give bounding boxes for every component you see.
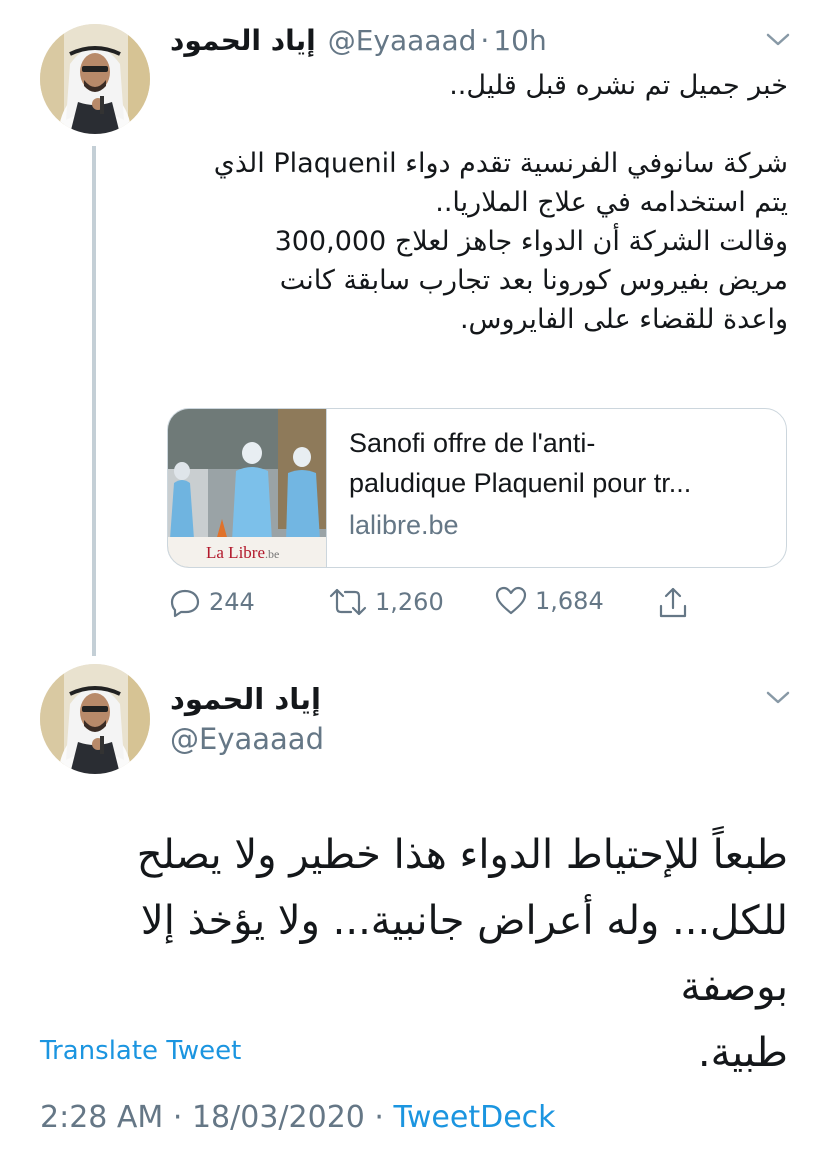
like-count: 1,684 [535,587,604,615]
tweet-line: واعدة للقضاء على الفايروس. [459,304,788,335]
card-title-line: paludique Plaquenil pour tr... [349,468,692,498]
tweet-line: للكل... وله أعراض جانبية... ولا يؤخذ إلا… [140,898,788,1010]
display-name[interactable]: إياد الحمود [170,682,321,716]
card-title-line: Sanofi offre de l'anti- [349,428,596,458]
logo-text: La Libre [206,543,265,562]
card-thumbnail: La Libre.be [168,409,327,567]
display-name[interactable]: إياد الحمود [170,24,316,57]
tweet-line: شركة سانوفي الفرنسية تقدم دواء Plaquenil… [213,148,788,179]
thread-connector-line [92,146,96,656]
logo-suffix: .be [265,547,280,561]
separator-dot: · [480,24,490,57]
tweet-header: إياد الحمود @Eyaaaad · 10h [170,24,788,60]
source-app-link[interactable]: TweetDeck [394,1100,556,1135]
tweet-line: وقالت الشركة أن الدواء جاهز لعلاج 300,00… [274,226,788,257]
reply-button[interactable]: 244 [169,586,255,618]
user-handle[interactable]: @Eyaaaad [328,24,477,57]
share-icon [659,587,687,618]
retweet-icon [329,588,367,616]
avatar[interactable] [40,664,150,774]
tweet-line: يتم استخدامه في علاج الملاريا.. [435,187,788,218]
card-title: Sanofi offre de l'anti- paludique Plaque… [349,423,764,503]
avatar[interactable] [40,24,150,134]
tweet-text: خبر جميل تم نشره قبل قليل.. شركة سانوفي … [148,66,788,339]
chevron-down-icon[interactable] [764,688,792,708]
chevron-down-icon[interactable] [764,30,792,50]
like-button[interactable]: 1,684 [495,586,604,616]
translate-tweet-link[interactable]: Translate Tweet [40,1036,241,1066]
profile-photo [40,24,150,134]
heart-icon [495,586,527,615]
separator-dot: · [172,1100,183,1135]
share-button[interactable] [657,586,689,620]
tweet-timestamp[interactable]: 2:28 AM [40,1100,163,1135]
tweet-line: طبعاً للإحتياط الدواء هذا خطير ولا يصلح [136,832,788,878]
tweet-line: خبر جميل تم نشره قبل قليل.. [449,70,788,101]
card-source-logo: La Libre.be [206,543,279,563]
tweet-time[interactable]: 10h [493,24,546,57]
reply-icon [170,589,200,618]
separator-dot: · [374,1100,384,1135]
card-body: Sanofi offre de l'anti- paludique Plaque… [327,409,786,567]
profile-photo [40,664,150,774]
reply-count: 244 [209,588,255,616]
retweet-button[interactable]: 1,260 [329,586,444,618]
card-domain: lalibre.be [349,510,459,540]
tweet-date[interactable]: 18/03/2020 [192,1100,365,1135]
tweet-metadata: 2:28 AM · 18/03/2020 · TweetDeck [40,1100,556,1135]
tweet-line: مريض بفيروس كورونا بعد تجارب سابقة كانت [279,265,788,296]
user-handle[interactable]: @Eyaaaad [170,722,324,756]
link-preview-card[interactable]: La Libre.be Sanofi offre de l'anti- palu… [167,408,787,568]
tweet-actions: 244 1,260 1,684 [167,586,727,626]
retweet-count: 1,260 [375,588,444,616]
